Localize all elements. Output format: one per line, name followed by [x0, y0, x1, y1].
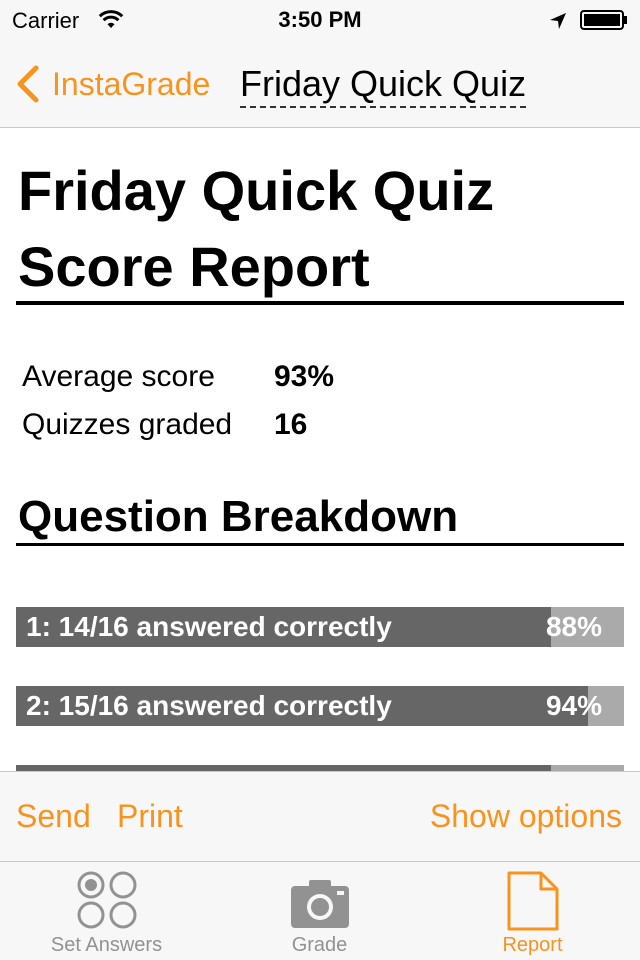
stat-value: 16 [274, 408, 308, 441]
editable-quiz-title[interactable]: Friday Quick Quiz [240, 64, 527, 108]
stat-value: 93% [274, 360, 335, 393]
stat-row-average: Average score 93% [22, 353, 334, 401]
tab-label: Set Answers [50, 934, 163, 956]
bottom-toolbar: Send Print Show options [0, 771, 640, 861]
stat-row-graded: Quizzes graded 16 [22, 401, 334, 449]
question-percent: 88% [545, 611, 602, 642]
status-time: 3:50 PM [278, 7, 362, 32]
camera-icon [290, 880, 349, 928]
back-button[interactable]: InstaGrade [14, 62, 210, 106]
answer-bubbles-icon [77, 871, 136, 929]
question-bar: 1: 14/16 answered correctly 88% [16, 607, 624, 647]
tab-label: Report [502, 934, 563, 956]
report-title: Friday Quick Quiz Score Report [18, 159, 495, 298]
stat-label: Average score [22, 360, 215, 393]
back-label: InstaGrade [52, 65, 211, 102]
section-divider [16, 543, 624, 546]
section-title: Question Breakdown [18, 492, 459, 541]
tab-bar: Set Answers Grade Report [0, 861, 640, 960]
send-button[interactable]: Send [16, 796, 91, 836]
tab-label: Grade [291, 934, 348, 956]
status-bar: Carrier 3:50 PM [0, 0, 640, 40]
navigation-bar: InstaGrade Friday Quick Quiz [0, 40, 640, 128]
stat-label: Quizzes graded [22, 408, 233, 441]
question-bar: 2: 15/16 answered correctly 94% [16, 686, 624, 726]
document-icon [507, 871, 558, 931]
location-arrow-icon [550, 13, 566, 29]
tab-grade[interactable]: Grade [213, 862, 426, 960]
show-options-button[interactable]: Show options [430, 796, 622, 836]
question-label: 1: 14/16 answered correctly [26, 611, 392, 642]
battery-icon [580, 10, 627, 30]
print-button[interactable]: Print [117, 796, 183, 836]
chevron-left-icon [17, 65, 39, 103]
title-divider [16, 301, 624, 305]
tab-set-answers[interactable]: Set Answers [0, 862, 213, 960]
question-label: 2: 15/16 answered correctly [26, 690, 392, 721]
report-content[interactable]: Friday Quick Quiz Score Report Average s… [0, 129, 640, 771]
summary-stats: Average score 93% Quizzes graded 16 [22, 353, 334, 449]
tab-report[interactable]: Report [426, 862, 639, 960]
question-percent: 94% [545, 690, 602, 721]
